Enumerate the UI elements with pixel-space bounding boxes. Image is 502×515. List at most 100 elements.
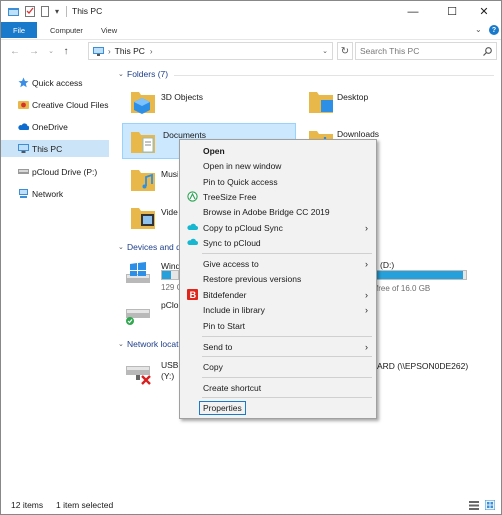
customize-qa-icon[interactable]: ▾: [55, 5, 59, 18]
tab-file[interactable]: File: [1, 22, 37, 38]
menu-item-pin-start[interactable]: Pin to Start: [182, 318, 374, 333]
pcloud-icon: [187, 223, 198, 230]
drive-d-name[interactable]: (D:): [380, 260, 394, 270]
search-input[interactable]: Search This PC: [355, 42, 497, 60]
3d-objects-icon: [131, 92, 155, 114]
sidebar-item-onedrive[interactable]: OneDrive: [1, 118, 109, 135]
network-header-label: Network locations: [127, 339, 179, 349]
submenu-arrow-icon: ›: [365, 258, 368, 269]
submenu-arrow-icon: ›: [365, 222, 368, 233]
properties-qa-icon[interactable]: [25, 5, 35, 18]
folder-3d-objects[interactable]: 3D Objects: [126, 84, 296, 120]
network-location-printer[interactable]: ARD (\\EPSON0DE262): [377, 361, 468, 371]
new-folder-qa-icon[interactable]: [41, 5, 49, 18]
menu-separator: [202, 253, 372, 254]
drive-c-usage-fill: [162, 271, 171, 279]
expand-ribbon-icon[interactable]: ⌄: [475, 25, 482, 34]
menu-item-treesize[interactable]: TreeSize Free: [182, 189, 374, 204]
folder-name: 3D Objects: [161, 92, 204, 102]
menu-item-give-access[interactable]: Give access to ›: [182, 256, 374, 271]
computer-icon: [18, 144, 29, 153]
menu-item-open[interactable]: Open: [182, 143, 374, 158]
menu-item-adobe-bridge[interactable]: Browse in Adobe Bridge CC 2019: [182, 204, 374, 219]
this-pc-icon: [93, 46, 104, 56]
submenu-arrow-icon: ›: [365, 304, 368, 315]
context-menu: Open Open in new window Pin to Quick acc…: [179, 139, 377, 419]
help-button[interactable]: ?: [489, 25, 499, 35]
menu-separator: [202, 356, 372, 357]
menu-item-label: TreeSize Free: [203, 191, 257, 202]
sidebar-item-label: OneDrive: [32, 121, 68, 132]
menu-item-label: Pin to Start: [203, 320, 246, 331]
breadcrumb-this-pc[interactable]: This PC: [115, 46, 145, 56]
drive-name: pCloud Drive (P:): [161, 300, 180, 310]
sidebar-item-label: Creative Cloud Files: [32, 99, 109, 110]
sidebar-item-network[interactable]: Network: [1, 185, 109, 202]
breadcrumb-chevron-icon[interactable]: ›: [150, 47, 153, 56]
menu-item-bitdefender[interactable]: B Bitdefender ›: [182, 287, 374, 302]
recent-locations-button[interactable]: ⌄: [45, 44, 57, 58]
menu-item-label: Browse in Adobe Bridge CC 2019: [203, 206, 330, 217]
videos-folder-icon: [131, 208, 155, 229]
address-dropdown-icon[interactable]: ⌄: [322, 47, 328, 55]
menu-item-label: Give access to: [203, 258, 259, 269]
folder-music[interactable]: Music: [126, 162, 186, 198]
folder-name: Videos: [161, 207, 178, 217]
menu-item-send-to[interactable]: Send to ›: [182, 339, 374, 354]
menu-item-label: Open in new window: [203, 160, 282, 171]
menu-item-copy-pcloud-sync[interactable]: Copy to pCloud Sync ›: [182, 220, 374, 235]
explorer-window: ▾ This PC — ☐ ✕ File Computer View ⌄ ? ←…: [0, 0, 502, 515]
menu-item-label: Send to: [203, 341, 233, 352]
menu-item-open-new-window[interactable]: Open in new window: [182, 158, 374, 173]
sidebar-item-label: pCloud Drive (P:): [32, 166, 98, 177]
sidebar-item-label: Network: [32, 188, 64, 199]
folders-section-divider: [174, 75, 494, 76]
devices-header-label: Devices and drives: [127, 242, 179, 252]
maximize-button[interactable]: ☐: [435, 1, 469, 22]
submenu-arrow-icon: ›: [365, 289, 368, 300]
tab-computer[interactable]: Computer: [50, 22, 83, 38]
status-bar: 12 items 1 item selected: [1, 496, 501, 514]
breadcrumb-separator-icon: ›: [108, 46, 111, 56]
up-button[interactable]: ↑: [60, 44, 72, 58]
folder-desktop[interactable]: Desktop: [304, 84, 474, 120]
menu-item-sync-pcloud[interactable]: Sync to pCloud: [182, 235, 374, 250]
large-icons-view-icon[interactable]: [485, 500, 495, 510]
back-button[interactable]: ←: [9, 44, 21, 58]
drive-d-usage-fill: [377, 271, 464, 279]
network-drive-name: USBSHARE: [161, 360, 180, 370]
minimize-button[interactable]: —: [396, 1, 430, 22]
folder-videos[interactable]: Videos: [126, 200, 186, 236]
close-button[interactable]: ✕: [467, 1, 501, 22]
sidebar-item-pcloud-drive[interactable]: pCloud Drive (P:): [1, 163, 109, 180]
menu-separator: [202, 377, 372, 378]
sidebar-item-quick-access[interactable]: Quick access: [1, 74, 109, 91]
menu-item-restore-previous[interactable]: Restore previous versions: [182, 271, 374, 286]
menu-item-include-library[interactable]: Include in library ›: [182, 302, 374, 317]
drive-icon: [18, 169, 29, 174]
drive-pcloud-p[interactable]: pCloud Drive (P:): [122, 297, 180, 331]
refresh-button[interactable]: ↻: [337, 42, 353, 60]
folders-section-header[interactable]: ⌄ Folders (7): [118, 69, 168, 79]
network-section-header[interactable]: ⌄ Network locations: [118, 339, 179, 349]
address-bar[interactable]: › This PC › ⌄: [88, 42, 333, 60]
title-bar: ▾ This PC — ☐ ✕: [1, 1, 501, 22]
network-drive-letter: (Y:): [161, 371, 175, 381]
menu-item-pin-quick-access[interactable]: Pin to Quick access: [182, 174, 374, 189]
menu-item-properties[interactable]: Properties: [182, 400, 374, 415]
devices-section-header[interactable]: ⌄ Devices and drives: [118, 242, 179, 252]
details-view-icon[interactable]: [469, 501, 479, 510]
selection-count: 1 item selected: [56, 500, 114, 510]
tab-view[interactable]: View: [101, 22, 117, 38]
drive-d-usage-bar: [376, 270, 467, 280]
menu-item-label: Sync to pCloud: [203, 237, 261, 248]
menu-item-create-shortcut[interactable]: Create shortcut: [182, 380, 374, 395]
submenu-arrow-icon: ›: [365, 341, 368, 352]
forward-button[interactable]: →: [28, 44, 40, 58]
network-drive-usbshare[interactable]: USBSHARE (Y:): [122, 356, 180, 390]
folder-name: Music: [161, 169, 178, 179]
sidebar-item-this-pc[interactable]: This PC: [1, 140, 109, 157]
menu-item-copy[interactable]: Copy: [182, 359, 374, 374]
sidebar-item-creative-cloud[interactable]: Creative Cloud Files: [1, 96, 109, 113]
network-icon: [19, 189, 28, 198]
